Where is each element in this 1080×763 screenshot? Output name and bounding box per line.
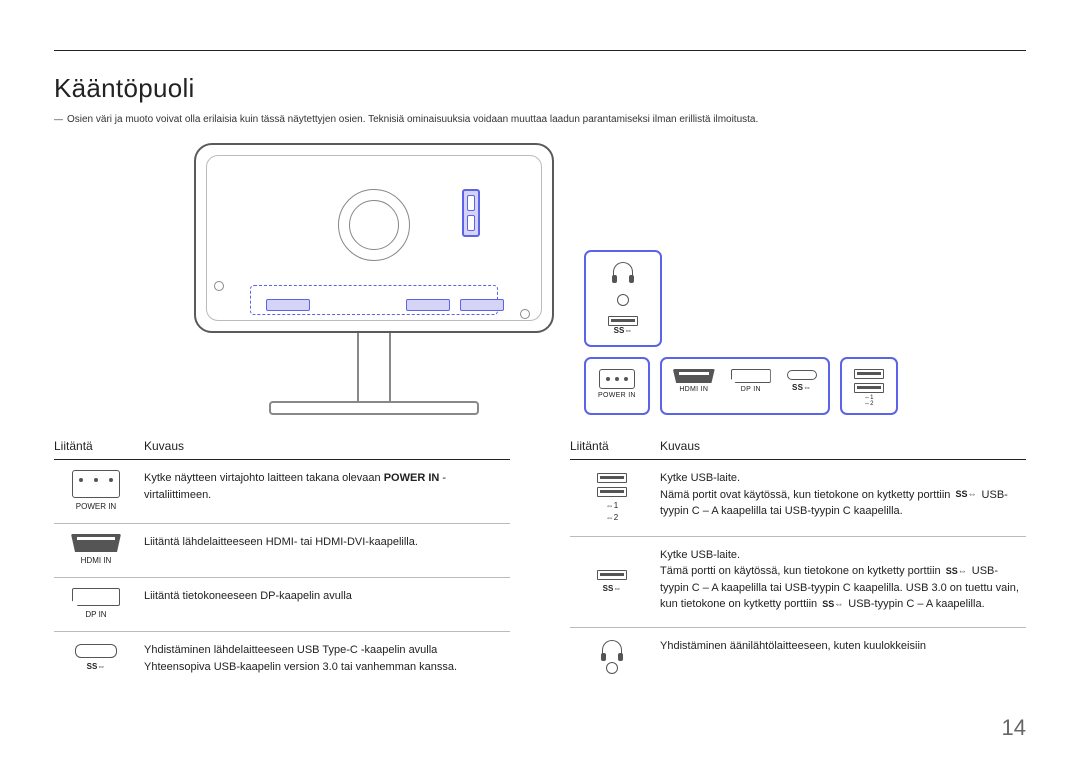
disclaimer-note: Osien väri ja muoto voivat olla erilaisi… bbox=[54, 114, 1026, 125]
page-number: 14 bbox=[1002, 715, 1026, 741]
ss-label: SS⇔ bbox=[614, 326, 633, 335]
usb-a-port-icon bbox=[854, 369, 884, 379]
port-label: ⇔2 bbox=[606, 512, 618, 524]
table-row: SS⇔ Kytke USB-laite. Tämä portti on käyt… bbox=[570, 536, 1026, 627]
power-port-icon bbox=[72, 470, 120, 498]
table-row: HDMI IN Liitäntä lähdelaitteeseen HDMI- … bbox=[54, 524, 510, 578]
port-label: HDMI IN bbox=[679, 386, 708, 393]
ports-table-left: Liitäntä Kuvaus POWER IN Kytke näytteen … bbox=[54, 433, 510, 685]
port-desc: Kytke USB-laite. Nämä portit ovat käytös… bbox=[660, 460, 1026, 537]
callout-panels: SS⇔ POWER IN HDMI IN DP IN bbox=[584, 250, 898, 415]
port-label: ⇔2 bbox=[864, 401, 873, 407]
port-label: SS⇔ bbox=[603, 583, 622, 595]
diagram-area: SS⇔ POWER IN HDMI IN DP IN bbox=[54, 143, 1026, 415]
callout-side-ports: SS⇔ bbox=[584, 250, 662, 347]
screw-icon bbox=[214, 281, 224, 291]
port-label: HDMI IN bbox=[81, 555, 112, 567]
th-port: Liitäntä bbox=[54, 433, 144, 460]
th-desc: Kuvaus bbox=[660, 433, 1026, 460]
audio-jack-icon bbox=[617, 294, 629, 306]
ss-icon: SS⇔ bbox=[955, 488, 976, 502]
port-desc: Yhdistäminen lähdelaitteeseen USB Type-C… bbox=[144, 632, 510, 686]
power-port-icon bbox=[599, 369, 635, 389]
port-desc: Yhdistäminen äänilähtölaitteeseen, kuten… bbox=[660, 628, 1026, 685]
port-label: POWER IN bbox=[598, 392, 636, 399]
port-tables: Liitäntä Kuvaus POWER IN Kytke näytteen … bbox=[54, 433, 1026, 685]
port-label: SS⇔ bbox=[792, 383, 812, 392]
monitor-back-illustration bbox=[194, 143, 554, 415]
usb-c-port-icon bbox=[787, 370, 817, 380]
bottom-port-icon bbox=[460, 299, 504, 311]
callout-av-ports: HDMI IN DP IN SS⇔ bbox=[660, 357, 830, 415]
port-desc: Kytke näytteen virtajohto laitteen takan… bbox=[144, 460, 510, 524]
page-title: Kääntöpuoli bbox=[54, 73, 1026, 104]
dp-port-icon bbox=[731, 369, 771, 383]
ss-icon: SS⇔ bbox=[822, 598, 843, 612]
th-port: Liitäntä bbox=[570, 433, 660, 460]
screw-icon bbox=[520, 309, 530, 319]
hdmi-port-icon bbox=[71, 534, 121, 552]
stand-neck-icon bbox=[357, 331, 391, 401]
hdmi-port-icon bbox=[673, 369, 715, 383]
port-desc: Liitäntä tietokoneeseen DP-kaapelin avul… bbox=[144, 578, 510, 632]
usb-a-port-icon bbox=[597, 473, 627, 483]
callout-usb-hub: ⇔1 ⇔2 bbox=[840, 357, 898, 415]
table-row: Yhdistäminen äänilähtölaitteeseen, kuten… bbox=[570, 628, 1026, 685]
port-label: ⇔1 bbox=[606, 500, 618, 512]
bottom-port-icon bbox=[266, 299, 310, 311]
port-label: DP IN bbox=[85, 609, 106, 621]
side-port-highlight bbox=[462, 189, 480, 237]
usb-a-port-icon bbox=[854, 383, 884, 393]
port-desc: Liitäntä lähdelaitteeseen HDMI- tai HDMI… bbox=[144, 524, 510, 578]
th-desc: Kuvaus bbox=[144, 433, 510, 460]
usb-a-port-icon bbox=[597, 487, 627, 497]
headphone-icon bbox=[602, 640, 622, 658]
port-label: SS⇔ bbox=[87, 661, 106, 673]
ss-icon: SS⇔ bbox=[946, 565, 967, 579]
port-label: DP IN bbox=[741, 386, 761, 393]
stand-base-icon bbox=[269, 401, 479, 415]
table-row: DP IN Liitäntä tietokoneeseen DP-kaapeli… bbox=[54, 578, 510, 632]
ports-table-right: Liitäntä Kuvaus ⇔1 ⇔2 Kytke U bbox=[570, 433, 1026, 685]
port-label: POWER IN bbox=[76, 501, 116, 513]
dp-port-icon bbox=[72, 588, 120, 606]
port-desc: Kytke USB-laite. Tämä portti on käytössä… bbox=[660, 536, 1026, 627]
table-row: POWER IN Kytke näytteen virtajohto laitt… bbox=[54, 460, 510, 524]
usb-a-port-icon bbox=[608, 316, 638, 326]
headphone-icon bbox=[613, 262, 633, 280]
audio-jack-icon bbox=[606, 662, 618, 674]
usb-c-port-icon bbox=[75, 644, 117, 658]
usb-a-port-icon bbox=[597, 570, 627, 580]
callout-power: POWER IN bbox=[584, 357, 650, 415]
vesa-mount-icon bbox=[338, 189, 410, 261]
bottom-port-icon bbox=[406, 299, 450, 311]
top-rule bbox=[54, 50, 1026, 51]
table-row: SS⇔ Yhdistäminen lähdelaitteeseen USB Ty… bbox=[54, 632, 510, 686]
table-row: ⇔1 ⇔2 Kytke USB-laite. Nämä portit ovat … bbox=[570, 460, 1026, 537]
